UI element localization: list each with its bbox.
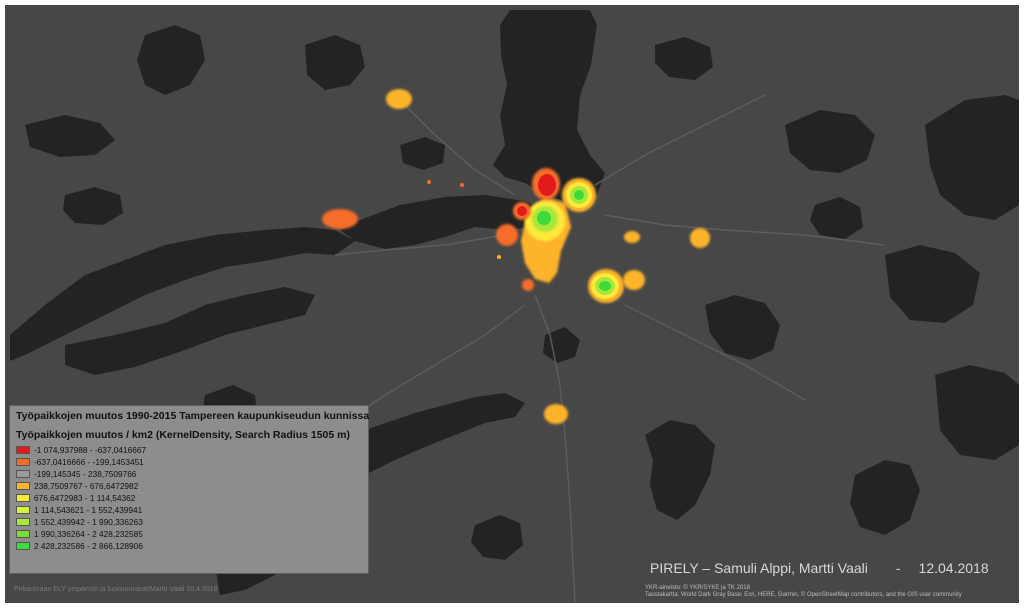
legend-label: 1 552,439942 - 1 990,336263 bbox=[34, 517, 143, 527]
legend-subtitle: Työpaikkojen muutos / km2 (KernelDensity… bbox=[16, 429, 350, 441]
attribution-line-2: Taustakartta: World Dark Gray Base: Esri… bbox=[645, 592, 962, 598]
hotspot-west bbox=[322, 209, 358, 229]
legend-item: 1 990,336264 - 2 428,232585 bbox=[16, 528, 362, 540]
legend-item: 676,6472983 - 1 114,54362 bbox=[16, 492, 362, 504]
legend-item: 1 552,439942 - 1 990,336263 bbox=[16, 516, 362, 528]
se-green-core bbox=[599, 281, 611, 291]
ne-green-core bbox=[574, 190, 584, 200]
legend-swatch bbox=[16, 494, 30, 502]
center-red-north-core bbox=[538, 174, 556, 196]
legend-swatch bbox=[16, 506, 30, 514]
legend-title: Työpaikkojen muutos 1990-2015 Tampereen … bbox=[16, 410, 370, 422]
legend-swatch bbox=[16, 542, 30, 550]
hotspot-west-red bbox=[496, 224, 518, 246]
se-orange-right bbox=[623, 270, 645, 290]
legend-item: -637,0416666 - -199,1453451 bbox=[16, 456, 362, 468]
credit-date: 12.04.2018 bbox=[918, 560, 989, 576]
hotspot-tiny-3 bbox=[497, 255, 501, 259]
legend-label: -637,0416666 - -199,1453451 bbox=[34, 457, 144, 467]
hotspot-tiny-1 bbox=[427, 180, 431, 184]
map-layout: Työpaikkojen muutos 1990-2015 Tampereen … bbox=[0, 0, 1024, 608]
legend-swatch bbox=[16, 482, 30, 490]
legend-items: -1 074,937988 - -637,0416667 -637,041666… bbox=[16, 444, 362, 552]
hotspot-north bbox=[386, 89, 412, 109]
credit-authors: PIRELY – Samuli Alppi, Martti Vaali bbox=[650, 560, 868, 576]
hotspot-east-small bbox=[624, 231, 640, 243]
legend-label: -199,145345 - 238,7509766 bbox=[34, 469, 137, 479]
hotspot-southwest-orange bbox=[522, 279, 534, 291]
hotspot-tiny-2 bbox=[460, 183, 464, 187]
legend-item: -1 074,937988 - -637,0416667 bbox=[16, 444, 362, 456]
legend-item: 1 114,543621 - 1 552,439941 bbox=[16, 504, 362, 516]
credit-dash: - bbox=[895, 560, 901, 576]
hotspot-east-mid bbox=[690, 228, 710, 248]
legend-label: -1 074,937988 - -637,0416667 bbox=[34, 445, 147, 455]
legend-swatch bbox=[16, 530, 30, 538]
legend-label: 2 428,232586 - 2 866,128906 bbox=[34, 541, 143, 551]
attribution-line-1: YKR-aineisto: © YKR/SYKE ja TK 2018 bbox=[645, 585, 750, 591]
legend-swatch bbox=[16, 446, 30, 454]
basemap-attribution: YKR-aineisto: © YKR/SYKE ja TK 2018 Taus… bbox=[645, 585, 962, 599]
legend-label: 676,6472983 - 1 114,54362 bbox=[34, 493, 136, 503]
hotspot-south bbox=[544, 404, 568, 424]
legend-label: 1 114,543621 - 1 552,439941 bbox=[34, 505, 143, 515]
author-credit: PIRELY – Samuli Alppi, Martti Vaali - 12.0… bbox=[650, 560, 989, 576]
legend-swatch bbox=[16, 470, 30, 478]
center-red-west-core bbox=[517, 206, 527, 216]
legend-item: 238,7509767 - 676,6472982 bbox=[16, 480, 362, 492]
center-green-core bbox=[537, 211, 551, 225]
legend-label: 1 990,336264 - 2 428,232585 bbox=[34, 529, 143, 539]
legend-swatch bbox=[16, 458, 30, 466]
legend-item: -199,145345 - 238,7509766 bbox=[16, 468, 362, 480]
footer-producer: Pirkanmaan ELY ympäristö ja luonnonvarat… bbox=[14, 586, 218, 593]
legend-item: 2 428,232586 - 2 866,128906 bbox=[16, 540, 362, 552]
legend-swatch bbox=[16, 518, 30, 526]
legend-label: 238,7509767 - 676,6472982 bbox=[34, 481, 139, 491]
hotspot-northeast-cluster bbox=[562, 178, 596, 212]
map-legend: Työpaikkojen muutos 1990-2015 Tampereen … bbox=[9, 405, 369, 574]
